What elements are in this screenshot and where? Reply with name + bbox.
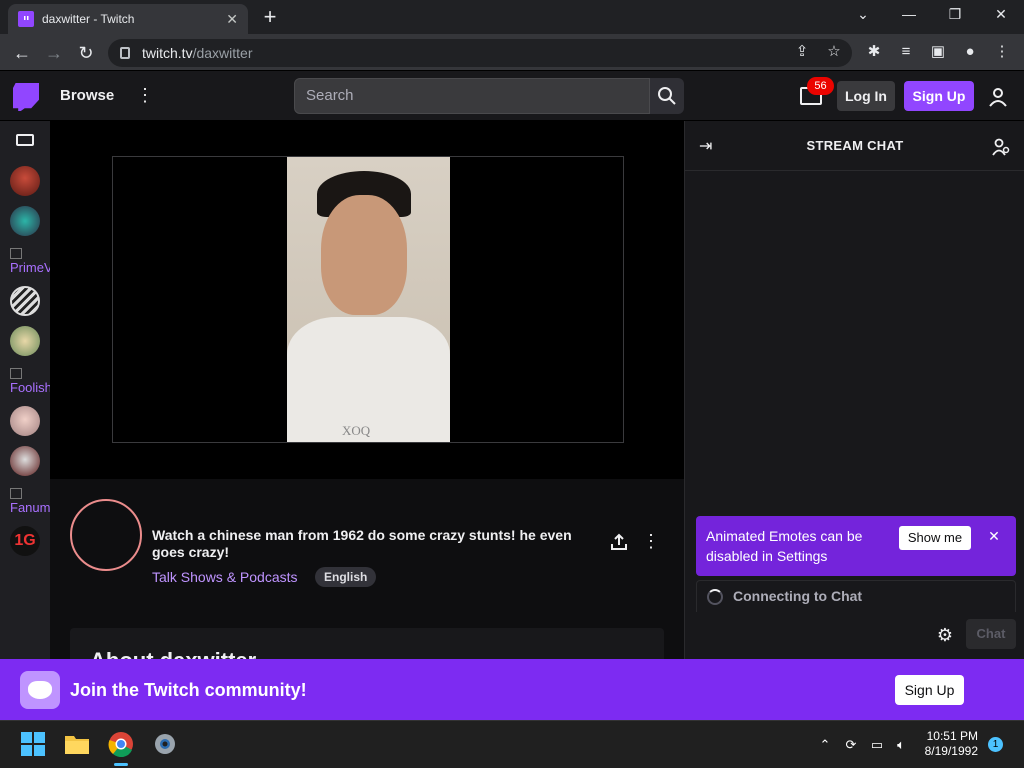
extensions-puzzle-icon[interactable]: ✱	[864, 42, 884, 62]
chat-connecting-status: Connecting to Chat	[696, 580, 1016, 612]
channel-avatar[interactable]	[10, 446, 40, 476]
twitch-logo-icon[interactable]	[13, 83, 39, 111]
stream-info-panel: Watch a chinese man from 1962 do some cr…	[50, 479, 684, 668]
channel-avatar-large[interactable]	[70, 499, 142, 571]
stream-title: Watch a chinese man from 1962 do some cr…	[152, 527, 572, 560]
reload-icon[interactable]: ↻	[74, 41, 98, 65]
share-icon[interactable]	[608, 533, 630, 555]
notification-count-badge[interactable]: 1	[988, 737, 1003, 752]
twitch-top-nav: Browse ⋮ Search 56 Log In Sign Up	[0, 71, 1024, 121]
volume-icon[interactable]: 🔈︎	[892, 737, 910, 753]
show-me-button[interactable]: Show me	[899, 526, 971, 550]
channel-avatar[interactable]	[10, 206, 40, 236]
community-users-icon[interactable]	[991, 137, 1011, 157]
banner-signup-button[interactable]: Sign Up	[895, 675, 964, 705]
language-tag[interactable]: English	[315, 567, 377, 587]
followed-channels-sidebar: PrimeV Foolish Fanum 1G	[0, 121, 50, 659]
system-clock[interactable]: 10:51 PM 8/19/1992	[918, 729, 978, 759]
chat-settings-gear-icon[interactable]: ⚙	[935, 625, 955, 645]
chat-header: ⇥ STREAM CHAT	[685, 121, 1024, 171]
webcam-feed-image: XOQ	[287, 157, 450, 442]
video-player[interactable]: XOQ	[50, 121, 684, 479]
stream-chat-panel: ⇥ STREAM CHAT Animated Emotes can be dis…	[684, 121, 1024, 659]
windows-start-icon[interactable]	[20, 731, 46, 757]
login-button[interactable]: Log In	[837, 81, 895, 111]
chat-send-button[interactable]: Chat	[966, 619, 1016, 649]
channel-avatar[interactable]	[10, 406, 40, 436]
join-community-banner: Join the Twitch community! Sign Up	[0, 659, 1024, 720]
join-banner-text: Join the Twitch community!	[70, 680, 307, 700]
tab-search-chevron-icon[interactable]: ⌄	[848, 6, 878, 26]
share-page-icon[interactable]: ⇪	[792, 42, 812, 62]
clock-time: 10:51 PM	[926, 729, 978, 743]
face-shape	[321, 195, 407, 315]
channel-avatar-broken[interactable]: Foolish	[10, 368, 50, 395]
channel-avatar[interactable]: 1G	[10, 526, 40, 556]
video-frame: XOQ	[112, 156, 624, 443]
bookmark-star-icon[interactable]: ☆	[824, 42, 844, 62]
notice-close-icon[interactable]: ✕	[986, 528, 1002, 544]
inbox-count-badge: 56	[807, 77, 834, 95]
tab-close-icon[interactable]: ✕	[226, 11, 238, 28]
tab-title: daxwitter - Twitch	[42, 12, 135, 26]
active-app-indicator	[114, 763, 128, 766]
profile-icon[interactable]: ●	[960, 42, 980, 62]
channel-avatar[interactable]	[10, 286, 40, 316]
settings-gear-taskbar-icon[interactable]	[152, 731, 178, 757]
chat-title: STREAM CHAT	[806, 138, 904, 153]
channel-avatar-broken[interactable]: PrimeV	[10, 248, 50, 275]
clock-date: 8/19/1992	[924, 744, 978, 758]
chrome-menu-icon[interactable]: ⋮	[992, 42, 1012, 62]
url-path: /daxwitter	[192, 45, 253, 61]
browser-tab-bar: daxwitter - Twitch ✕ + ⌄ — ❐ ✕	[0, 0, 1024, 34]
animated-emotes-notice: Animated Emotes can be disabled in Setti…	[696, 516, 1016, 576]
browser-toolbar: ← → ↻ twitch.tv/daxwitter ⇪ ☆ ✱ ≡ ▣ ● ⋮	[0, 34, 1024, 71]
update-sync-icon[interactable]: ⟳	[842, 737, 860, 753]
browser-tab[interactable]: daxwitter - Twitch ✕	[8, 4, 248, 34]
twitch-favicon-icon	[18, 11, 34, 27]
show-hidden-icons-chevron-icon[interactable]: ⌃	[816, 737, 834, 753]
restore-button[interactable]: ❐	[940, 6, 970, 26]
more-options-icon[interactable]: ⋮	[136, 85, 154, 105]
media-control-icon[interactable]: ≡	[896, 42, 916, 62]
signup-button[interactable]: Sign Up	[904, 81, 974, 111]
channel-avatar-broken[interactable]: Fanum	[10, 488, 50, 515]
category-link[interactable]: Talk Shows & Podcasts	[152, 569, 298, 585]
network-icon[interactable]: ▭	[868, 737, 886, 753]
search-input[interactable]: Search	[294, 78, 650, 114]
channel-avatar[interactable]	[10, 166, 40, 196]
url-host: twitch.tv	[142, 45, 193, 61]
channel-avatar[interactable]	[10, 326, 40, 356]
shirt-text: XOQ	[342, 423, 371, 438]
file-explorer-icon[interactable]	[64, 731, 90, 757]
forward-arrow-icon[interactable]: →	[42, 41, 66, 65]
search-icon[interactable]	[650, 78, 684, 114]
chrome-taskbar-icon[interactable]	[108, 731, 134, 758]
stream-more-options-icon[interactable]: ⋮	[642, 531, 660, 555]
address-bar[interactable]: twitch.tv/daxwitter	[108, 39, 852, 67]
side-panel-icon[interactable]: ▣	[928, 42, 948, 62]
new-tab-button[interactable]: +	[258, 6, 282, 30]
lock-icon	[120, 47, 130, 59]
back-arrow-icon[interactable]: ←	[10, 41, 34, 65]
minimize-button[interactable]: —	[894, 6, 924, 26]
notice-text: Animated Emotes can be disabled in Setti…	[706, 528, 863, 564]
recommended-channels-camera-icon[interactable]	[16, 134, 34, 146]
loading-spinner-icon	[707, 589, 723, 605]
connecting-text: Connecting to Chat	[733, 588, 863, 604]
glitch-mascot-icon	[20, 671, 60, 709]
windows-taskbar: ⌃ ⟳ ▭ 🔈︎ 10:51 PM 8/19/1992 1	[0, 720, 1024, 768]
user-menu-icon[interactable]	[988, 87, 1008, 107]
close-window-button[interactable]: ✕	[986, 6, 1016, 26]
browse-link[interactable]: Browse	[60, 87, 114, 104]
